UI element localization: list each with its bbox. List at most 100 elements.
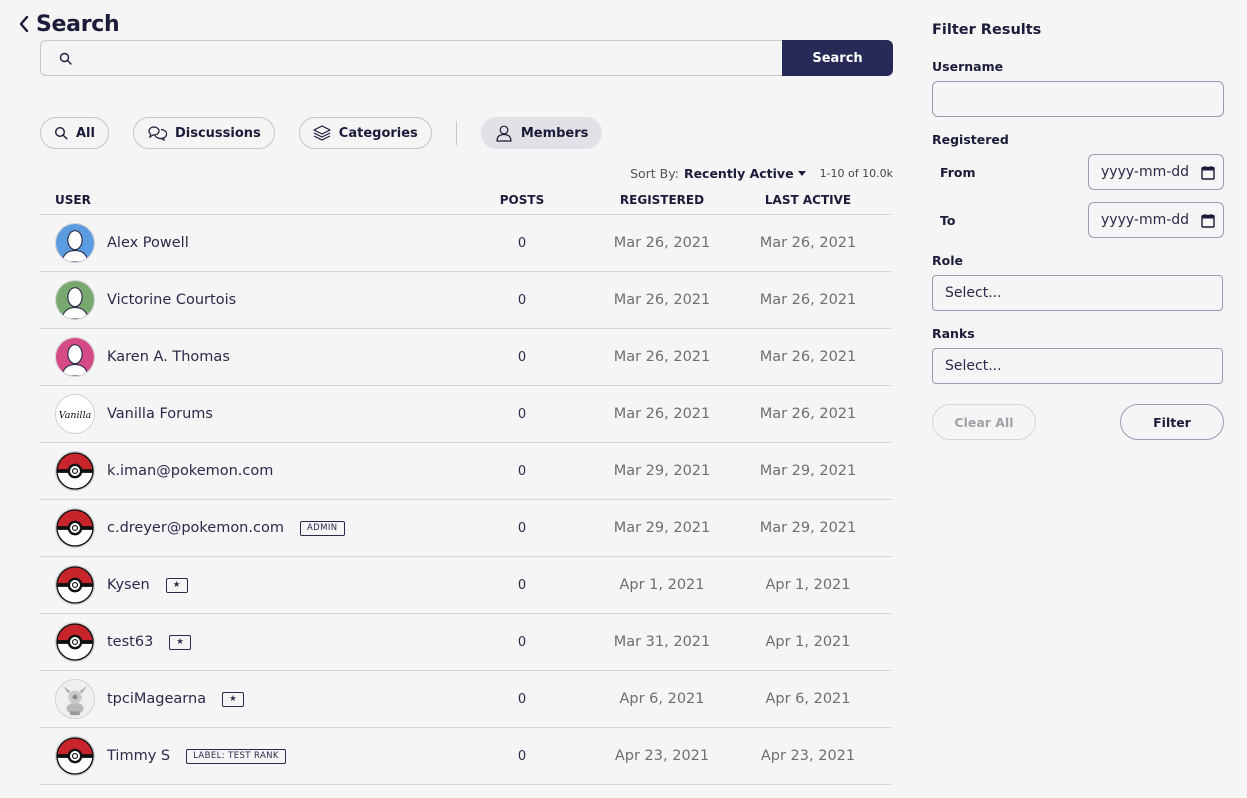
- user-name-link[interactable]: Karen A. Thomas: [107, 349, 230, 365]
- back-button[interactable]: [14, 10, 34, 38]
- user-name-link[interactable]: Vanilla Forums: [107, 406, 213, 422]
- username-input[interactable]: [932, 81, 1224, 117]
- last-active-cell: Mar 26, 2021: [759, 406, 857, 422]
- tab-categories[interactable]: Categories: [298, 117, 432, 149]
- column-header-user: USER: [55, 193, 91, 207]
- tab-members[interactable]: Members: [480, 117, 603, 149]
- last-active-cell: Mar 26, 2021: [759, 292, 857, 308]
- user-cell: test63 ★: [40, 622, 452, 662]
- posts-cell: 0: [517, 577, 527, 593]
- tab-all[interactable]: All: [40, 117, 109, 149]
- tab-label: Discussions: [174, 125, 261, 141]
- layers-icon: [313, 125, 331, 141]
- user-name-link[interactable]: k.iman@pokemon.com: [107, 463, 273, 479]
- calendar-icon[interactable]: [1201, 165, 1215, 180]
- tab-discussions[interactable]: Discussions: [132, 117, 275, 149]
- filter-button[interactable]: Filter: [1120, 404, 1224, 440]
- column-header-last-active: LAST ACTIVE: [764, 193, 852, 207]
- user-rank-badge: ★: [165, 577, 188, 593]
- user-cell: c.dreyer@pokemon.com ADMIN: [40, 508, 452, 548]
- posts-cell: 0: [517, 520, 527, 536]
- calendar-icon[interactable]: [1201, 213, 1215, 228]
- to-date-input[interactable]: yyyy-mm-dd: [1088, 202, 1224, 238]
- posts-cell: 0: [517, 463, 527, 479]
- user-name-link[interactable]: c.dreyer@pokemon.com: [107, 520, 284, 536]
- last-active-cell: Mar 26, 2021: [759, 235, 857, 251]
- search-icon: [54, 126, 68, 140]
- table-body: Alex Powell 0 Mar 26, 2021 Mar 26, 2021 Vict…: [40, 215, 892, 785]
- user-name-link[interactable]: Kysen: [107, 577, 150, 593]
- avatar[interactable]: [55, 451, 95, 491]
- user-name-link[interactable]: Alex Powell: [107, 235, 189, 251]
- table-row: Vanilla Vanilla Forums 0 Mar 26, 2021 Mar 26…: [40, 386, 892, 443]
- user-icon: [496, 125, 512, 142]
- avatar[interactable]: [55, 337, 95, 377]
- table-row: k.iman@pokemon.com 0 Mar 29, 2021 Mar 29, 2…: [40, 443, 892, 500]
- last-active-cell: Mar 29, 2021: [759, 463, 857, 479]
- sort-dropdown[interactable]: Recently Active: [684, 166, 806, 181]
- discussions-icon: [148, 126, 167, 141]
- registered-cell: Mar 29, 2021: [613, 463, 711, 479]
- last-active-cell: Mar 26, 2021: [759, 349, 857, 365]
- to-label: To: [940, 213, 956, 228]
- user-cell: tpciMagearna ★: [40, 679, 452, 719]
- role-select-value: Select...: [945, 285, 1002, 301]
- user-cell: Timmy S LABEL: TEST RANK: [40, 736, 452, 776]
- posts-cell: 0: [517, 292, 527, 308]
- user-name-link[interactable]: Victorine Courtois: [107, 292, 236, 308]
- posts-cell: 0: [517, 406, 527, 422]
- user-cell: Alex Powell: [40, 223, 452, 263]
- table-row: Karen A. Thomas 0 Mar 26, 2021 Mar 26, 2021: [40, 329, 892, 386]
- avatar[interactable]: [55, 679, 95, 719]
- user-name-link[interactable]: Timmy S: [107, 748, 170, 764]
- chevron-left-icon: [19, 15, 29, 33]
- registered-cell: Mar 26, 2021: [613, 292, 711, 308]
- avatar-logo-text: Vanilla: [59, 410, 92, 421]
- role-select[interactable]: Select...: [932, 275, 1223, 311]
- table-row: Kysen ★ 0 Apr 1, 2021 Apr 1, 2021: [40, 557, 892, 614]
- table-header: USER POSTS REGISTERED LAST ACTIVE: [40, 186, 892, 215]
- tab-label: All: [76, 125, 95, 141]
- role-label: Role: [932, 253, 963, 268]
- user-name-link[interactable]: test63: [107, 634, 153, 650]
- sort-bar: Sort By: Recently Active 1-10 of 10.0k: [630, 166, 893, 181]
- avatar[interactable]: Vanilla: [55, 394, 95, 434]
- ranks-select[interactable]: Select...: [932, 348, 1223, 384]
- table-row: tpciMagearna ★ 0 Apr 6, 2021 Apr 6, 2021: [40, 671, 892, 728]
- avatar[interactable]: [55, 280, 95, 320]
- page-header: Search: [14, 10, 120, 38]
- caret-down-icon: [797, 171, 806, 176]
- search-field[interactable]: [40, 40, 782, 76]
- clear-all-button[interactable]: Clear All: [932, 404, 1036, 440]
- avatar[interactable]: [55, 508, 95, 548]
- avatar[interactable]: [55, 622, 95, 662]
- registered-cell: Apr 6, 2021: [619, 691, 705, 707]
- avatar[interactable]: [55, 223, 95, 263]
- last-active-cell: Apr 1, 2021: [765, 634, 851, 650]
- user-rank-badge: ★: [222, 691, 245, 707]
- ranks-select-value: Select...: [945, 358, 1002, 374]
- user-cell: Kysen ★: [40, 565, 452, 605]
- search-button[interactable]: Search: [782, 40, 893, 76]
- table-row: Victorine Courtois 0 Mar 26, 2021 Mar 26, 2…: [40, 272, 892, 329]
- ranks-label: Ranks: [932, 326, 975, 341]
- search-input[interactable]: [82, 41, 782, 75]
- posts-cell: 0: [517, 634, 527, 650]
- from-date-input[interactable]: yyyy-mm-dd: [1088, 154, 1224, 190]
- search-bar: Search: [40, 40, 893, 76]
- sort-value: Recently Active: [683, 166, 794, 181]
- posts-cell: 0: [517, 235, 527, 251]
- sort-label: Sort By:: [630, 166, 679, 181]
- username-label: Username: [932, 59, 1004, 74]
- posts-cell: 0: [517, 691, 527, 707]
- avatar[interactable]: [55, 565, 95, 605]
- from-date-placeholder: yyyy-mm-dd: [1101, 164, 1190, 180]
- user-rank-badge: ADMIN: [299, 520, 345, 536]
- tab-label: Categories: [338, 125, 418, 141]
- user-name-link[interactable]: tpciMagearna: [107, 691, 206, 707]
- tab-divider: [455, 121, 457, 145]
- table-row: Timmy S LABEL: TEST RANK 0 Apr 23, 2021 Apr …: [40, 728, 892, 785]
- avatar[interactable]: [55, 736, 95, 776]
- user-rank-badge: ★: [169, 634, 192, 650]
- column-header-registered: REGISTERED: [619, 193, 705, 207]
